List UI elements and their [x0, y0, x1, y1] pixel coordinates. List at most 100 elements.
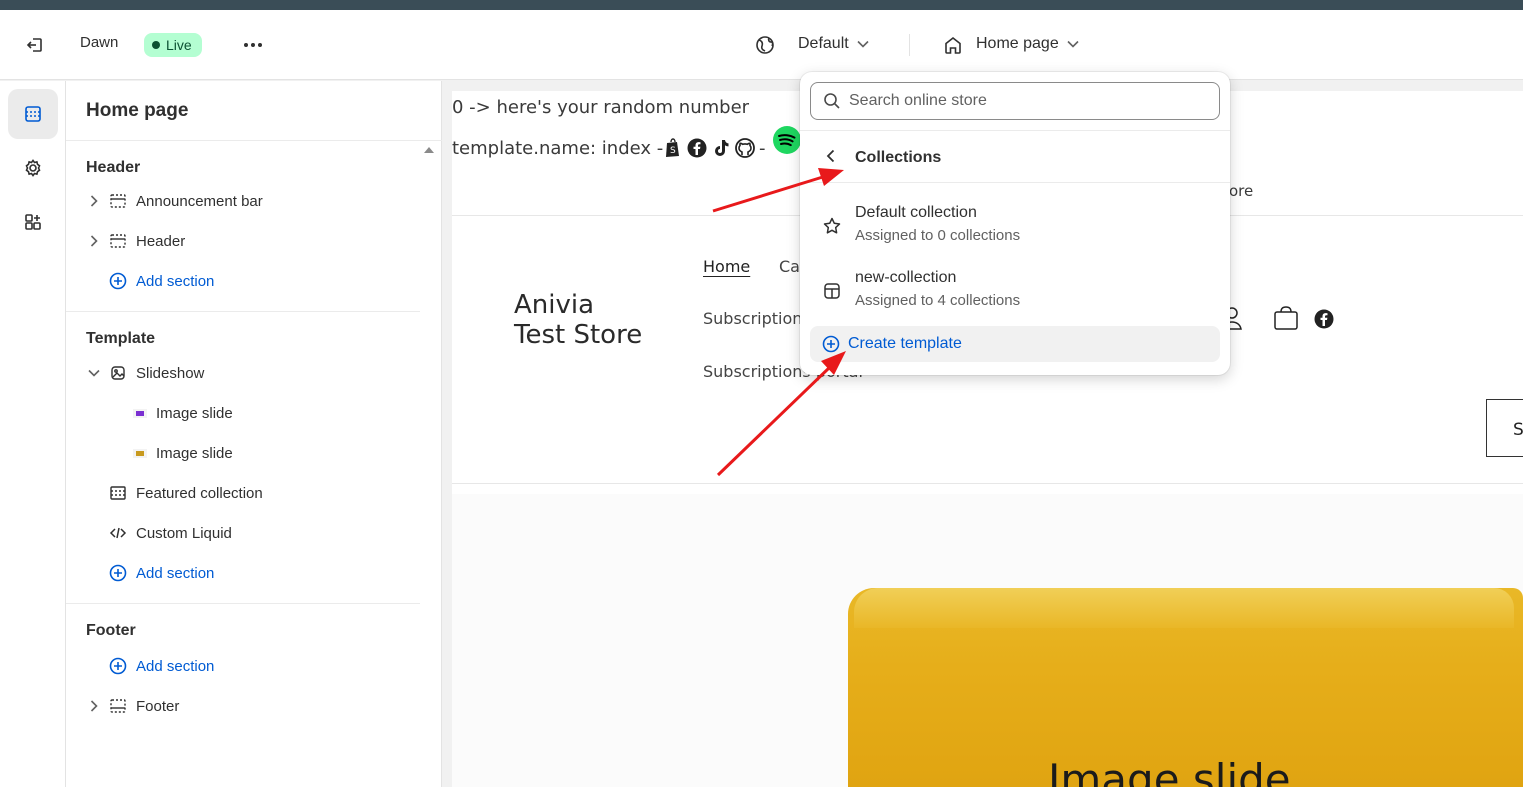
sidebar-title: Home page [86, 100, 189, 121]
template-option-subtitle: Assigned to 0 collections [855, 227, 1021, 244]
section-featured-collection[interactable]: Featured collection [108, 475, 263, 511]
section-icon [108, 483, 128, 503]
template-dash-text: - [759, 138, 766, 159]
nav-link-catalog[interactable]: Ca [779, 257, 800, 276]
apps-icon[interactable] [8, 197, 58, 247]
add-section-label: Add section [136, 564, 215, 582]
store-name[interactable]: Anivia Test Store [514, 290, 642, 350]
nav-link-subscription[interactable]: Subscription [703, 309, 802, 328]
tiktok-icon [711, 138, 731, 158]
block-label: Image slide [156, 444, 233, 462]
divider [800, 130, 1230, 131]
icon-rail [0, 81, 66, 787]
section-label: Custom Liquid [136, 524, 232, 542]
divider [66, 311, 420, 312]
divider [800, 182, 1230, 183]
template-option-title: new-collection [855, 269, 957, 286]
store-name-line1: Anivia [514, 290, 595, 320]
add-section-label: Add section [136, 272, 215, 290]
divider [452, 483, 1523, 484]
slide-heading: Image slide [1048, 755, 1291, 787]
block-image-slide[interactable]: Image slide [130, 395, 233, 431]
search-icon [824, 93, 840, 109]
exit-icon[interactable] [22, 32, 48, 58]
market-select-label: Default [798, 35, 849, 52]
template-option-new-collection[interactable]: new-collection Assigned to 4 collections [810, 264, 1220, 320]
section-header[interactable]: Header [86, 223, 185, 259]
search-field[interactable] [810, 82, 1220, 120]
create-template-label: Create template [848, 335, 962, 352]
star-icon [822, 216, 842, 236]
section-icon [108, 191, 128, 211]
github-icon [735, 138, 755, 158]
market-select[interactable]: Default [798, 35, 869, 53]
chevron-right-icon[interactable] [86, 233, 102, 249]
divider [66, 140, 442, 141]
section-footer[interactable]: Footer [86, 688, 179, 724]
template-option-title: Default collection [855, 204, 977, 221]
plus-circle-icon [822, 335, 840, 353]
section-label: Header [136, 232, 186, 250]
section-slideshow[interactable]: Slideshow [86, 355, 204, 391]
section-custom-liquid[interactable]: Custom Liquid [108, 515, 232, 551]
chevron-down-icon [857, 40, 869, 48]
block-label: Image slide [156, 404, 233, 422]
chevron-down-icon [1067, 40, 1079, 48]
search-input[interactable] [849, 92, 1189, 110]
layout-icon [822, 281, 842, 301]
create-template-button[interactable]: Create template [810, 326, 1220, 362]
template-option-subtitle: Assigned to 4 collections [855, 292, 1021, 309]
plus-circle-icon [108, 271, 128, 291]
section-announcement-bar[interactable]: Announcement bar [86, 183, 263, 219]
image-thumbnail-icon [130, 403, 150, 423]
chevron-down-icon[interactable] [86, 365, 102, 381]
page-select[interactable]: Home page [976, 35, 1079, 53]
slideshow-icon [108, 363, 128, 383]
globe-icon [754, 34, 776, 56]
template-option-default-collection[interactable]: Default collection Assigned to 0 collect… [810, 199, 1220, 255]
plus-circle-icon [108, 563, 128, 583]
editor-top-bar: Dawn Live Default Home page [0, 10, 1523, 80]
group-title-footer: Footer [86, 622, 136, 639]
add-section-label: Add section [136, 657, 215, 675]
chevron-right-icon[interactable] [86, 698, 102, 714]
live-status-badge: Live [144, 33, 202, 57]
code-icon [108, 523, 128, 543]
browser-top-stripe [0, 0, 1523, 10]
section-icon [108, 231, 128, 251]
preview-search-button[interactable]: S [1486, 399, 1523, 457]
sections-icon[interactable] [8, 89, 58, 139]
theme-name: Dawn [80, 34, 119, 51]
scroll-up-icon[interactable] [424, 147, 434, 153]
add-section-button[interactable]: Add section [108, 648, 214, 684]
facebook-icon [687, 138, 707, 158]
back-chevron-icon[interactable] [820, 146, 840, 166]
more-actions-icon[interactable] [240, 32, 266, 58]
facebook-icon[interactable] [1314, 309, 1334, 329]
search-button-label: S [1513, 420, 1523, 440]
chevron-right-icon[interactable] [86, 193, 102, 209]
cart-icon[interactable] [1273, 305, 1299, 331]
sections-sidebar: Home page Header Announcement bar Header… [66, 81, 442, 787]
home-icon [942, 34, 964, 56]
template-picker-popover: Collections Default collection Assigned … [800, 72, 1230, 375]
store-name-line2: Test Store [514, 320, 643, 350]
group-title-header: Header [86, 159, 141, 176]
random-number-text: 0 -> here's your random number [452, 97, 750, 118]
section-label: Announcement bar [136, 192, 263, 210]
add-section-button[interactable]: Add section [108, 263, 214, 299]
popover-heading: Collections [855, 149, 942, 166]
live-dot-icon [152, 41, 160, 49]
image-thumbnail-icon [130, 443, 150, 463]
spotify-icon [772, 125, 802, 155]
section-label: Featured collection [136, 484, 263, 502]
nav-link-home[interactable]: Home [703, 257, 750, 276]
announcement-text: ore [1229, 182, 1254, 200]
add-section-button[interactable]: Add section [108, 555, 214, 591]
section-label: Slideshow [136, 364, 205, 382]
gear-icon[interactable] [8, 143, 58, 193]
block-image-slide[interactable]: Image slide [130, 435, 233, 471]
page-select-label: Home page [976, 35, 1059, 52]
group-title-template: Template [86, 330, 156, 347]
section-icon [108, 696, 128, 716]
